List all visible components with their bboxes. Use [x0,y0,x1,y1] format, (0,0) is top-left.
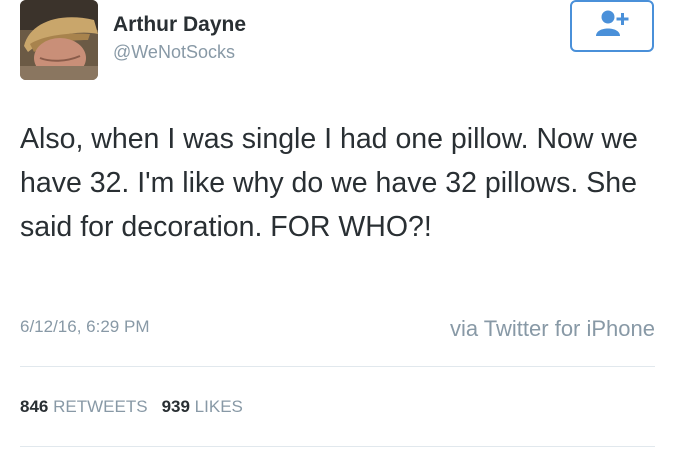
divider [20,446,655,447]
add-user-icon [594,9,630,44]
tweet-text: Also, when I was single I had one pillow… [20,123,638,243]
tweet-stats: 846 RETWEETS 939 LIKES [20,397,243,417]
likes-stat[interactable]: 939 LIKES [162,397,243,416]
tweet-timestamp[interactable]: 6/12/16, 6:29 PM [20,317,149,337]
retweets-stat[interactable]: 846 RETWEETS [20,397,148,416]
follow-button[interactable] [570,0,654,52]
divider [20,366,655,367]
likes-label: LIKES [194,397,243,416]
display-name[interactable]: Arthur Dayne [113,13,246,37]
retweets-count: 846 [20,397,49,416]
tweet-source[interactable]: via Twitter for iPhone [450,316,655,342]
user-handle[interactable]: @WeNotSocks [113,42,235,63]
retweets-label: RETWEETS [53,397,148,416]
likes-count: 939 [161,397,190,416]
avatar[interactable] [20,0,98,80]
